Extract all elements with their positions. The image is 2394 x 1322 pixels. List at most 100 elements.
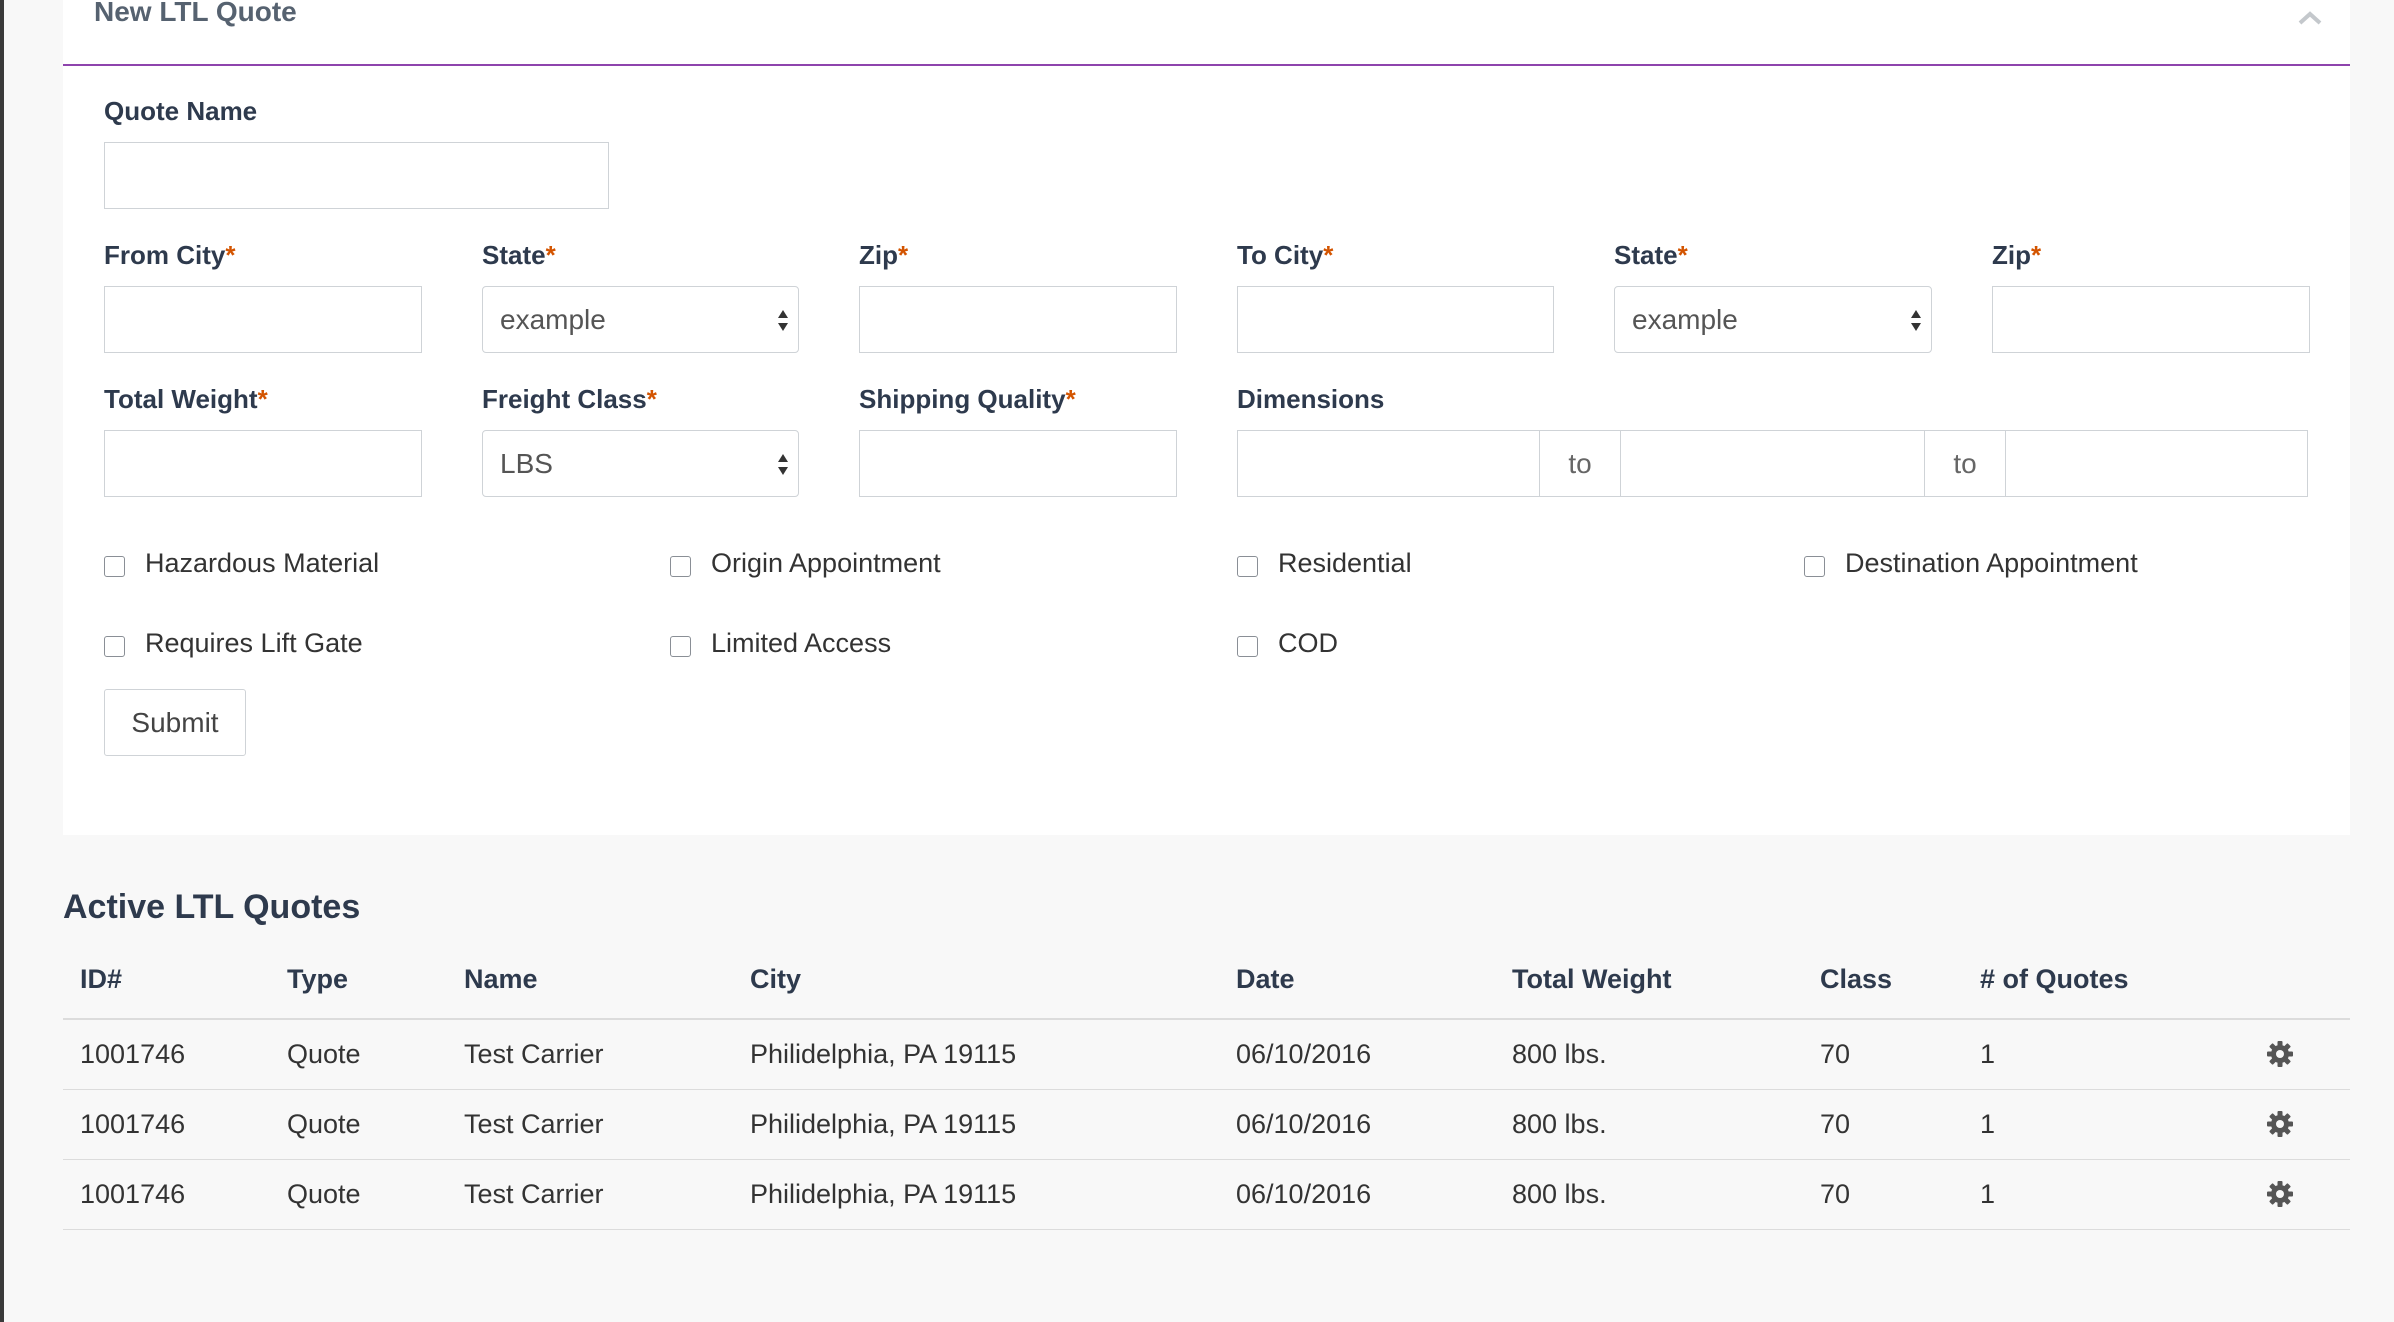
checkbox-label: Destination Appointment <box>1845 548 2138 578</box>
quote-name-label: Quote Name <box>104 96 258 126</box>
column-header-name[interactable]: Name <box>464 956 538 1026</box>
select-arrows-icon <box>778 454 788 475</box>
quote-name-input[interactable] <box>104 142 609 209</box>
cell-name: Test Carrier <box>464 1109 604 1139</box>
cell-total-weight: 800 lbs. <box>1512 1179 1607 1209</box>
cell-type: Quote <box>287 1109 361 1139</box>
panel-title: New LTL Quote <box>94 0 297 27</box>
dimensions-label: Dimensions <box>1237 384 1385 414</box>
select-arrows-icon <box>1911 310 1921 331</box>
checkbox-label: COD <box>1278 628 1338 658</box>
cell-name: Test Carrier <box>464 1179 604 1209</box>
checkbox-label: Origin Appointment <box>711 548 941 578</box>
table-header: ID# Type Name City Date Total Weight Cla… <box>63 956 2350 1020</box>
checkbox-box[interactable] <box>104 556 125 577</box>
collapse-button[interactable] <box>2292 0 2328 36</box>
cell-num-quotes: 1 <box>1980 1179 1996 1209</box>
table-row[interactable]: 1001746 Quote Test Carrier Philidelphia,… <box>63 1020 2350 1090</box>
cell-type: Quote <box>287 1039 361 1069</box>
cell-id: 1001746 <box>80 1109 186 1139</box>
from-state-value: example <box>500 303 606 335</box>
dimension-3-input[interactable] <box>2005 430 2308 497</box>
table-row[interactable]: 1001746 Quote Test Carrier Philidelphia,… <box>63 1160 2350 1230</box>
cell-date: 06/10/2016 <box>1236 1109 1372 1139</box>
select-arrows-icon <box>778 310 788 331</box>
to-state-select[interactable]: example <box>1614 286 1932 353</box>
checkbox-box[interactable] <box>670 636 691 657</box>
checkbox-label: Residential <box>1278 548 1412 578</box>
from-state-label: State* <box>482 240 556 270</box>
limited-access-checkbox[interactable]: Limited Access <box>670 628 891 659</box>
checkbox-box[interactable] <box>1237 636 1258 657</box>
shipping-quality-label: Shipping Quality* <box>859 384 1076 414</box>
checkbox-box[interactable] <box>1237 556 1258 577</box>
total-weight-label: Total Weight* <box>104 384 268 414</box>
dimension-2-input[interactable] <box>1620 430 1925 497</box>
dimension-separator-1: to <box>1539 430 1621 497</box>
window-edge <box>0 0 4 1322</box>
cell-total-weight: 800 lbs. <box>1512 1109 1607 1139</box>
submit-button[interactable]: Submit <box>104 689 246 756</box>
dimension-separator-2: to <box>1924 430 2006 497</box>
freight-class-label: Freight Class* <box>482 384 657 414</box>
to-city-input[interactable] <box>1237 286 1554 353</box>
gear-icon[interactable] <box>2266 1180 2294 1208</box>
column-header-num-quotes[interactable]: # of Quotes <box>1980 956 2129 1026</box>
table-row[interactable]: 1001746 Quote Test Carrier Philidelphia,… <box>63 1090 2350 1160</box>
requires-lift-gate-checkbox[interactable]: Requires Lift Gate <box>104 628 363 659</box>
column-header-class[interactable]: Class <box>1820 956 1892 1026</box>
cell-city: Philidelphia, PA 19115 <box>750 1109 1017 1139</box>
total-weight-input[interactable] <box>104 430 422 497</box>
cell-type: Quote <box>287 1179 361 1209</box>
cell-num-quotes: 1 <box>1980 1039 1996 1069</box>
cell-date: 06/10/2016 <box>1236 1179 1372 1209</box>
residential-checkbox[interactable]: Residential <box>1237 548 1412 579</box>
from-city-input[interactable] <box>104 286 422 353</box>
destination-appointment-checkbox[interactable]: Destination Appointment <box>1804 548 2138 579</box>
cell-city: Philidelphia, PA 19115 <box>750 1039 1017 1069</box>
cell-class: 70 <box>1820 1179 1851 1209</box>
column-header-date[interactable]: Date <box>1236 956 1295 1026</box>
cell-date: 06/10/2016 <box>1236 1039 1372 1069</box>
cell-total-weight: 800 lbs. <box>1512 1039 1607 1069</box>
new-quote-panel: New LTL Quote <box>63 0 2350 835</box>
checkbox-label: Limited Access <box>711 628 892 658</box>
dimension-1-input[interactable] <box>1237 430 1540 497</box>
freight-class-value: LBS <box>500 447 553 479</box>
gear-icon[interactable] <box>2266 1040 2294 1068</box>
to-city-label: To City* <box>1237 240 1334 270</box>
panel-header: New LTL Quote <box>63 0 2350 66</box>
from-zip-label: Zip* <box>859 240 909 270</box>
to-zip-label: Zip* <box>1992 240 2042 270</box>
cell-name: Test Carrier <box>464 1039 604 1069</box>
checkbox-box[interactable] <box>104 636 125 657</box>
quotes-table: ID# Type Name City Date Total Weight Cla… <box>63 956 2350 1230</box>
cod-checkbox[interactable]: COD <box>1237 628 1338 659</box>
column-header-id[interactable]: ID# <box>80 956 122 1026</box>
from-city-label: From City* <box>104 240 236 270</box>
chevron-up-icon <box>2298 11 2322 25</box>
to-zip-input[interactable] <box>1992 286 2310 353</box>
column-header-city[interactable]: City <box>750 956 801 1026</box>
checkbox-label: Requires Lift Gate <box>145 628 363 658</box>
checkbox-box[interactable] <box>670 556 691 577</box>
column-header-total-weight[interactable]: Total Weight <box>1512 956 1671 1026</box>
to-state-value: example <box>1632 303 1738 335</box>
cell-class: 70 <box>1820 1109 1851 1139</box>
to-state-label: State* <box>1614 240 1688 270</box>
from-zip-input[interactable] <box>859 286 1177 353</box>
origin-appointment-checkbox[interactable]: Origin Appointment <box>670 548 941 579</box>
checkbox-label: Hazardous Material <box>145 548 380 578</box>
cell-num-quotes: 1 <box>1980 1109 1996 1139</box>
checkbox-box[interactable] <box>1804 556 1825 577</box>
active-quotes-title: Active LTL Quotes <box>63 888 361 926</box>
shipping-quality-input[interactable] <box>859 430 1177 497</box>
cell-id: 1001746 <box>80 1179 186 1209</box>
gear-icon[interactable] <box>2266 1110 2294 1138</box>
from-state-select[interactable]: example <box>482 286 799 353</box>
hazardous-material-checkbox[interactable]: Hazardous Material <box>104 548 379 579</box>
cell-id: 1001746 <box>80 1039 186 1069</box>
column-header-type[interactable]: Type <box>287 956 348 1026</box>
cell-city: Philidelphia, PA 19115 <box>750 1179 1017 1209</box>
freight-class-select[interactable]: LBS <box>482 430 799 497</box>
